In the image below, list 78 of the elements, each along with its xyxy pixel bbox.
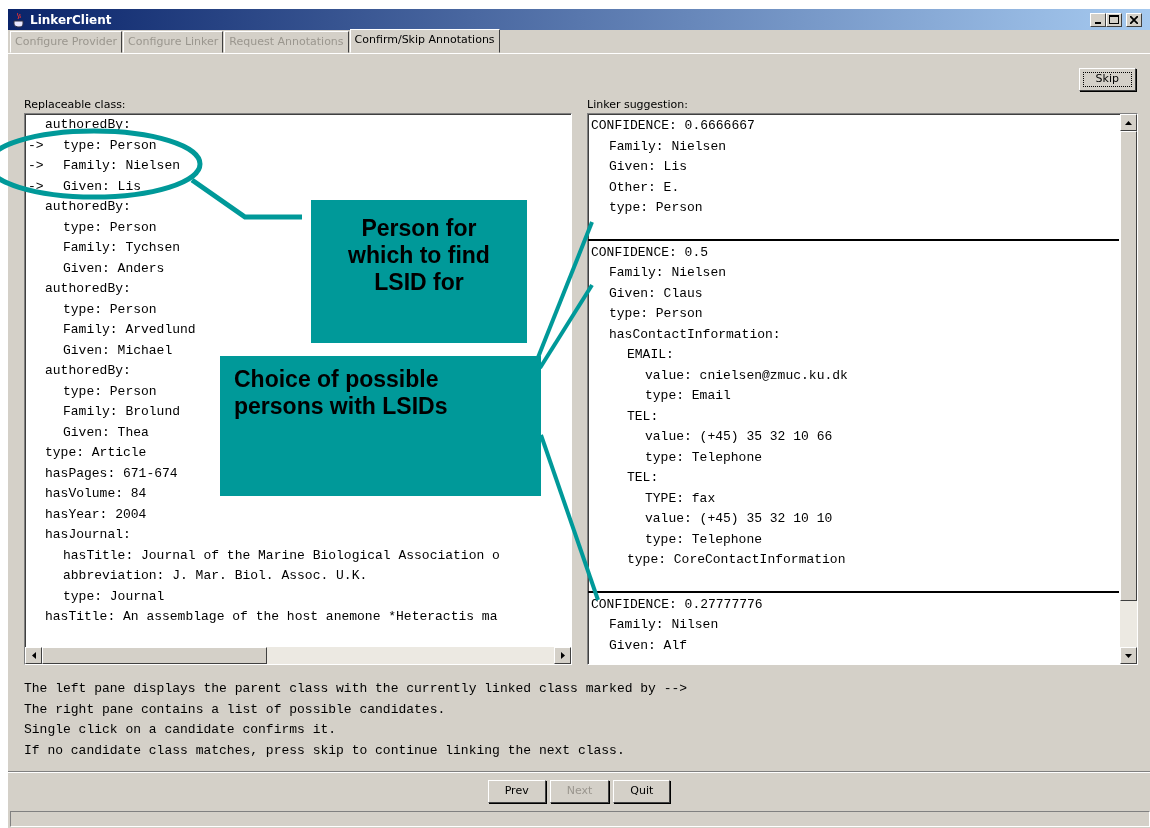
tree-line: Given: Alf bbox=[609, 637, 687, 653]
tree-line: hasVolume: 84 bbox=[45, 486, 147, 501]
tree-line: abbreviation: J. Mar. Biol. Assoc. U.K. bbox=[63, 568, 368, 583]
tree-line: Given: Lis bbox=[609, 159, 687, 174]
tree-line: hasContactInformation: bbox=[609, 326, 781, 342]
pane-label: Linker suggestion: bbox=[587, 96, 689, 113]
tree-line: authoredBy: bbox=[45, 199, 131, 214]
maximize-button[interactable] bbox=[1106, 12, 1122, 27]
callout-text: Person for which to find LSID for bbox=[347, 215, 491, 297]
tree-line: EMAIL: bbox=[627, 347, 674, 362]
tree-line: Given: Thea bbox=[63, 424, 149, 440]
tree-line: type: Telephone bbox=[645, 531, 763, 547]
tree-line: Family: Tychsen bbox=[63, 240, 181, 255]
minimize-icon bbox=[1095, 21, 1101, 24]
tree-line: value: cnielsen@zmuc.ku.dk bbox=[645, 367, 848, 383]
help-text: If no candidate class matches, press skip to continue linking the next class. bbox=[24, 742, 625, 758]
horizontal-scrollbar[interactable] bbox=[25, 647, 571, 664]
marker-arrow: -> bbox=[28, 136, 44, 155]
right-arrow-icon bbox=[560, 652, 565, 659]
close-button[interactable] bbox=[1126, 12, 1142, 27]
dialog-button[interactable]: Prev bbox=[487, 780, 546, 803]
marker-arrow: -> bbox=[28, 177, 44, 196]
dialog-button[interactable]: Quit bbox=[613, 780, 671, 803]
tree-line: type: Email bbox=[645, 388, 731, 403]
help-text: Single click on a candidate confirms it. bbox=[24, 722, 337, 737]
skip-button[interactable]: Skip bbox=[1078, 68, 1136, 91]
tree-line: Given: Michael bbox=[63, 342, 173, 358]
tree-line: Family: Brolund bbox=[63, 404, 181, 419]
up-arrow-icon bbox=[1125, 120, 1132, 125]
tree-line: TEL: bbox=[627, 470, 659, 485]
tree-line: hasTitle: An assemblage of the host anemone *Heteractis ma bbox=[45, 609, 498, 624]
tree-line: Family: Nielsen bbox=[609, 265, 727, 280]
tree-line: type: Person bbox=[63, 301, 157, 317]
java-cup-icon bbox=[12, 11, 26, 28]
down-arrow-icon bbox=[1125, 653, 1132, 658]
tree-line: value: (+45) 35 32 10 66 bbox=[645, 429, 833, 444]
tree-line: type: Person bbox=[609, 306, 703, 321]
candidate-heading: CONFIDENCE: 0.6666667 bbox=[591, 118, 755, 133]
tree-line: Family: Arvedlund bbox=[63, 322, 196, 337]
tree-line: hasYear: 2004 bbox=[45, 506, 147, 522]
tree-line: Given: Lis bbox=[63, 178, 141, 194]
tree-line: type: CoreContactInformation bbox=[627, 552, 846, 567]
close-icon bbox=[1130, 15, 1138, 24]
tree-line: type: Person bbox=[63, 219, 157, 235]
help-text: The right pane contains a list of possible candidates. bbox=[24, 701, 446, 717]
tree-line: type: Person bbox=[63, 137, 157, 153]
tree-line: type: Journal bbox=[63, 588, 165, 604]
minimize-button[interactable] bbox=[1090, 12, 1106, 27]
tree-line: authoredBy: bbox=[45, 363, 131, 378]
tree-line: TYPE: fax bbox=[645, 490, 716, 506]
help-text: The left pane displays the parent class with the currently linked class marked by --> bbox=[24, 681, 688, 696]
marker-arrow: -> bbox=[28, 157, 44, 175]
pane-label: Replaceable class: bbox=[24, 96, 127, 113]
tree-line: Family: Nilsen bbox=[609, 617, 719, 632]
tree-line: hasTitle: Journal of the Marine Biological Association o bbox=[63, 547, 500, 563]
tree-line: TEL: bbox=[627, 408, 659, 424]
tree-line: type: Person bbox=[609, 200, 703, 215]
tree-line: Given: Claus bbox=[609, 285, 703, 301]
tree-line: type: Article bbox=[45, 445, 147, 460]
window-title: LinkerClient bbox=[30, 11, 112, 29]
candidate-heading: CONFIDENCE: 0.27777776 bbox=[591, 596, 763, 612]
callout-text: Choice of possible persons with LSIDs bbox=[234, 366, 448, 419]
vertical-scrollbar[interactable] bbox=[1120, 114, 1137, 664]
maximize-icon bbox=[1109, 15, 1119, 24]
tree-line: authoredBy: bbox=[45, 117, 131, 132]
candidate-heading: CONFIDENCE: 0.5 bbox=[591, 244, 709, 260]
tree-line: Family: Nielsen bbox=[609, 138, 727, 154]
tree-line: hasPages: 671-674 bbox=[45, 465, 178, 481]
tree-line: Family: Nielsen bbox=[63, 158, 181, 173]
tree-line: Other: E. bbox=[609, 179, 680, 195]
tree-line: type: Person bbox=[63, 383, 157, 399]
tab[interactable]: Confirm/Skip Annotations bbox=[349, 28, 500, 53]
tree-line: authoredBy: bbox=[45, 281, 131, 296]
tree-line: hasJournal: bbox=[45, 527, 131, 542]
tree-line: type: Telephone bbox=[645, 449, 763, 465]
left-arrow-icon bbox=[31, 652, 36, 659]
tree-line: Given: Anders bbox=[63, 260, 165, 276]
tree-line: value: (+45) 35 32 10 10 bbox=[645, 511, 833, 526]
